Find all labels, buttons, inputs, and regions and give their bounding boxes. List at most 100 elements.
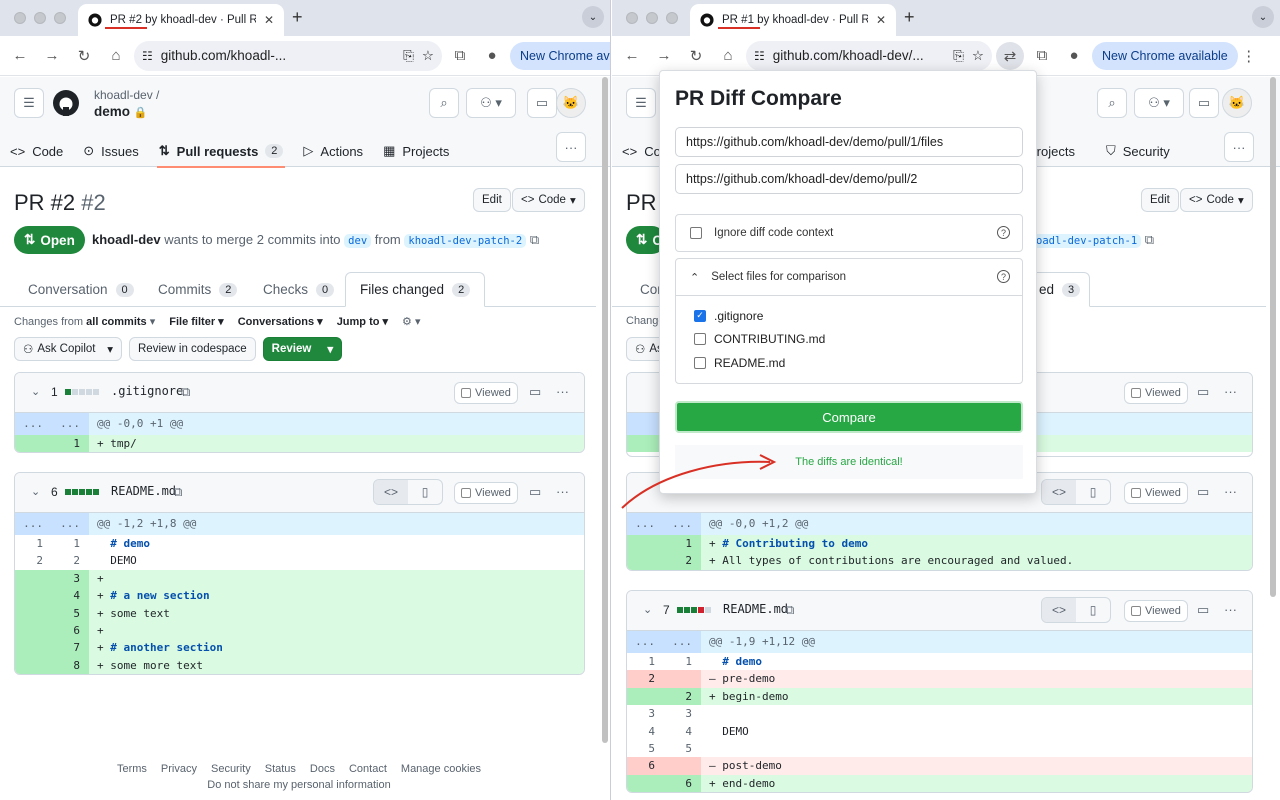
ignore-context-checkbox[interactable] [690, 227, 702, 239]
line-number[interactable] [627, 535, 664, 553]
home-icon[interactable]: ⌂ [102, 42, 130, 70]
line-number[interactable]: 2 [52, 552, 89, 569]
line-number[interactable]: 2 [627, 670, 664, 688]
help-icon[interactable]: ? [997, 226, 1010, 239]
back-icon[interactable]: ← [618, 42, 646, 70]
line-number[interactable]: ... [664, 631, 701, 653]
chevron-down-icon[interactable]: ⌄ [31, 385, 40, 398]
line-number[interactable]: 1 [15, 535, 52, 552]
new-tab-icon[interactable]: + [292, 7, 303, 28]
reload-icon[interactable]: ↻ [682, 42, 710, 70]
conversations-dropdown[interactable]: Conversations ▾ [238, 315, 323, 328]
file-name[interactable]: README.md [723, 602, 788, 616]
site-info-icon[interactable]: ☷ [142, 49, 153, 63]
line-number[interactable]: 4 [627, 723, 664, 740]
more-options-icon[interactable]: ··· [556, 384, 569, 399]
line-number[interactable]: 1 [52, 535, 89, 552]
avatar[interactable]: 🐱 [556, 88, 586, 118]
line-number[interactable]: ... [15, 413, 52, 435]
copy-icon[interactable]: ⧉ [173, 484, 182, 500]
privacy-link[interactable]: Do not share my personal information [0, 779, 598, 791]
window-controls[interactable] [14, 12, 66, 24]
copy-icon[interactable]: ⧉ [530, 232, 539, 247]
line-number[interactable] [15, 587, 52, 605]
browser-tab-pr1[interactable]: PR #1 by khoadl-dev · Pull Re ✕ [690, 4, 896, 36]
footer-link[interactable]: Contact [349, 763, 387, 775]
source-diff-icon[interactable]: <> [1042, 598, 1076, 622]
inbox-icon[interactable]: ▭ [1189, 88, 1219, 118]
inbox-icon[interactable]: ▭ [527, 88, 557, 118]
scrollbar[interactable] [1268, 77, 1278, 800]
browser-tab-pr2[interactable]: PR #2 by khoadl-dev · Pull Re ✕ [78, 4, 284, 36]
help-icon[interactable]: ? [997, 270, 1010, 283]
nav-pull-requests[interactable]: ⇅ Pull requests 2 [149, 135, 294, 168]
line-number[interactable] [15, 435, 52, 453]
nav-code[interactable]: <> Code [0, 135, 73, 167]
copilot-icon[interactable]: ⚇ ▾ [1134, 88, 1184, 118]
rich-diff-icon[interactable]: ▯ [1076, 480, 1110, 504]
pr-url-input-2[interactable]: https://github.com/khoadl-dev/demo/pull/… [675, 164, 1023, 194]
line-number[interactable]: 2 [664, 687, 701, 706]
copy-icon[interactable]: ⧉ [785, 602, 794, 618]
line-number[interactable]: ... [627, 631, 664, 653]
line-number[interactable]: 1 [52, 435, 89, 453]
jump-to-dropdown[interactable]: Jump to ▾ [337, 315, 388, 328]
viewed-checkbox[interactable]: Viewed [1124, 600, 1188, 622]
file-checkbox[interactable] [694, 333, 706, 346]
compare-button[interactable]: Compare [675, 401, 1023, 433]
line-number[interactable]: 3 [52, 569, 89, 588]
chevron-down-icon[interactable]: ⌄ [643, 603, 652, 616]
new-tab-icon[interactable]: + [904, 7, 915, 28]
line-number[interactable]: 1 [627, 653, 664, 670]
pr-diff-compare-extension-icon[interactable]: ⇄ [996, 41, 1024, 70]
tab-commits[interactable]: Commits 2 [144, 272, 251, 307]
line-number[interactable]: 4 [664, 723, 701, 740]
line-number[interactable] [627, 687, 664, 706]
nav-issues[interactable]: ⊙ Issues [73, 135, 148, 167]
file-name[interactable]: .gitignore [111, 384, 183, 398]
line-number[interactable]: ... [52, 413, 89, 435]
head-branch[interactable]: oadl-dev-patch-1 [1032, 234, 1142, 248]
line-number[interactable] [664, 670, 701, 688]
line-number[interactable]: ... [15, 513, 52, 535]
comment-icon[interactable]: ▭ [529, 484, 541, 500]
forward-icon[interactable]: → [650, 42, 678, 70]
copilot-icon[interactable]: ⚇ ▾ [466, 88, 516, 118]
install-app-icon[interactable]: ⎘ [953, 48, 964, 64]
chevron-down-icon[interactable]: ⌄ [31, 485, 40, 498]
line-number[interactable]: 2 [664, 552, 701, 570]
ask-copilot-button[interactable]: ⚇ Ask Copilot ▾ [14, 337, 122, 361]
head-branch[interactable]: khoadl-dev-patch-2 [404, 234, 527, 248]
line-number[interactable]: 7 [52, 639, 89, 657]
review-button[interactable]: Review ▾ [262, 337, 343, 361]
copy-icon[interactable]: ⧉ [1145, 232, 1154, 247]
line-number[interactable] [627, 774, 664, 793]
file-filter-dropdown[interactable]: File filter ▾ [169, 315, 223, 328]
copy-icon[interactable]: ⧉ [181, 384, 190, 400]
line-number[interactable]: 5 [627, 740, 664, 757]
line-number[interactable]: 8 [52, 656, 89, 675]
source-diff-icon[interactable]: <> [1042, 480, 1076, 504]
author-link[interactable]: khoadl-dev [92, 232, 161, 247]
edit-button[interactable]: Edit [1141, 188, 1179, 212]
code-dropdown-button[interactable]: <> Code ▾ [512, 188, 585, 212]
comment-icon[interactable]: ▭ [1197, 484, 1209, 500]
file-checkbox[interactable]: ✓ [694, 309, 706, 322]
comment-icon[interactable]: ▭ [1197, 602, 1209, 618]
footer-link[interactable]: Security [211, 763, 251, 775]
github-logo-icon[interactable] [52, 89, 80, 117]
more-options-icon[interactable]: ··· [1224, 484, 1237, 499]
pr-url-input-1[interactable]: https://github.com/khoadl-dev/demo/pull/… [675, 127, 1023, 157]
tab-files-changed[interactable]: Files changed 2 [345, 272, 486, 307]
close-tab-icon[interactable]: ✕ [876, 13, 886, 27]
tab-conversation[interactable]: Conversation 0 [14, 272, 148, 307]
line-number[interactable]: ... [627, 513, 664, 535]
line-number[interactable]: 3 [664, 705, 701, 722]
address-bar[interactable]: ☷ github.com/khoadl-... ⎘ ☆ [134, 40, 442, 71]
line-number[interactable] [15, 656, 52, 675]
line-number[interactable]: 6 [664, 774, 701, 793]
profile-icon[interactable]: ● [478, 42, 506, 70]
footer-link[interactable]: Terms [117, 763, 147, 775]
extensions-icon[interactable]: ⧉ [446, 42, 474, 70]
line-number[interactable] [15, 569, 52, 588]
